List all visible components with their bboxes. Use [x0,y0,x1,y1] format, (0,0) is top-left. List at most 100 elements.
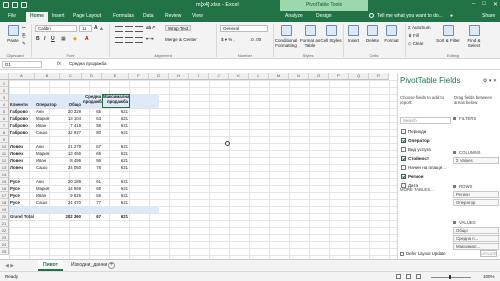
accounting-format-icon[interactable]: $ ▾ % , [221,37,235,43]
pivot-cell[interactable]: 621 [102,115,129,122]
pivot-cell[interactable]: 77 [82,199,102,206]
tab-home[interactable]: Home [26,12,48,22]
row-header[interactable]: 3 [0,94,9,101]
pivot-cell[interactable]: Мария [35,185,60,192]
bold-button[interactable]: B [36,36,40,42]
field-item[interactable]: Регион [400,172,451,181]
pivot-cell[interactable]: Русе [9,199,35,206]
align-middle-icon[interactable] [125,26,133,32]
checkbox-icon[interactable] [401,165,406,170]
sheet-tab-source[interactable]: Изходни_данни [66,260,112,271]
decimal-icon[interactable]: .0 .00 [250,37,261,42]
cut-icon[interactable]: ✂ [22,25,26,31]
row-header[interactable]: 5 [0,108,9,115]
pivot-cell[interactable]: 621 [102,213,129,220]
column-header[interactable]: E [102,73,129,80]
pivot-cell[interactable]: Иван [35,192,60,199]
font-name-dropdown[interactable]: Calibri [35,25,77,32]
row-header[interactable]: 21 [0,220,9,227]
pivot-cell[interactable]: 7 419 [60,122,82,129]
row-header[interactable]: 15 [0,178,9,185]
cell-styles-button[interactable]: Cell Styles [320,25,342,43]
merge-center-button[interactable]: Merge & Center [165,37,197,42]
orientation-icon[interactable]: ab↗ [146,25,155,31]
close-icon[interactable]: ✕ [493,78,497,84]
tab-design[interactable]: Design [316,13,332,19]
row-header[interactable]: 19 [0,206,9,213]
pivot-cell[interactable]: Ловеч [9,157,35,164]
pivot-cell[interactable]: Средна продажба [82,94,102,108]
column-header[interactable]: P [329,73,349,80]
row-header[interactable]: 18 [0,199,9,206]
redo-icon[interactable] [21,2,27,8]
checkbox-icon[interactable] [401,138,406,143]
pivot-cell[interactable]: 61 [82,178,102,185]
tell-me-box[interactable]: Tell me what you want to do... [369,13,443,19]
pivot-cell[interactable]: Ани [35,143,60,150]
worksheet-grid[interactable]: ABCDEFGHIJKLMNOPQR 1 2 3 4 5 6 7 8 9 10 11 12 13 14 15… [0,73,397,259]
wrap-text-button[interactable]: Wrap Text [165,25,192,31]
pivot-cell[interactable]: 13 104 [60,115,82,122]
number-format-dropdown[interactable]: General [220,25,268,32]
rows-item[interactable]: Регион [453,191,499,198]
field-item[interactable]: Стойност [400,154,451,163]
pivot-cell[interactable]: Иван [35,122,60,129]
column-header[interactable]: L [249,73,269,80]
format-as-table-button[interactable]: Format as Table [299,25,321,48]
formula-input[interactable]: Средна продажба [69,61,396,68]
pivot-cell[interactable]: 621 [102,199,129,206]
row-header[interactable]: 1 [0,80,9,87]
column-header[interactable]: H [169,73,189,80]
pivot-cell[interactable]: Габрово [9,122,35,129]
pivot-cell[interactable]: 202 360 [60,213,82,220]
italic-button[interactable]: I [44,36,45,42]
row-header[interactable]: 17 [0,192,9,199]
align-center-icon[interactable] [125,37,133,43]
select-all-corner[interactable] [0,73,9,80]
pivot-cell[interactable]: Сашо [35,164,60,171]
row-header[interactable]: 11 [0,150,9,157]
normal-view-icon[interactable] [396,274,401,279]
tab-analyze[interactable]: Analyze [285,13,303,19]
underline-button[interactable]: U [51,36,55,42]
pivot-cell[interactable]: 621 [102,129,129,136]
column-header[interactable]: R [369,73,389,80]
pivot-cell[interactable]: 621 [102,108,129,115]
page-break-view-icon[interactable] [416,274,421,279]
font-color-icon[interactable]: A [85,36,89,42]
pivot-cell[interactable]: 65 [82,108,102,115]
row-header[interactable]: 8 [0,129,9,136]
sheet-nav-arrows-icon[interactable]: ◀ ▶ [5,263,14,269]
zoom-level[interactable]: 100% [483,274,495,279]
pivot-cell[interactable]: 20 329 [60,108,82,115]
add-sheet-icon[interactable]: + [108,262,115,269]
row-header[interactable]: 7 [0,122,9,129]
pivot-cell[interactable]: Габрово [9,129,35,136]
row-header[interactable]: 13 [0,164,9,171]
pivot-cell[interactable]: 24 050 [60,164,82,171]
columns-item[interactable]: Σ Values [453,157,499,164]
pivot-cell[interactable]: 67 [82,213,102,220]
pivot-cell[interactable]: 8 496 [60,157,82,164]
rows-area[interactable]: ROWS Регион Оператор [453,183,499,206]
checkbox-icon[interactable] [401,147,406,152]
update-button[interactable]: UPDATE [480,250,497,257]
pivot-cell[interactable]: 14 569 [60,185,82,192]
row-header[interactable]: 23 [0,234,9,241]
checkbox-icon[interactable] [401,156,406,161]
defer-layout-checkbox[interactable]: Defer Layout Update [400,251,446,256]
values-item[interactable]: Общо [453,227,499,234]
row-header[interactable]: 10 [0,143,9,150]
autosum-button[interactable]: Σ AutoSum [408,25,431,30]
pivot-cell[interactable]: Общо [60,101,82,108]
format-cells-button[interactable]: Format [382,25,401,43]
format-painter-icon[interactable]: ✎ [22,41,26,47]
pivot-cell[interactable]: 9 825 [60,192,82,199]
row-header[interactable]: 12 [0,157,9,164]
column-header[interactable]: Q [349,73,369,80]
save-icon[interactable] [3,2,9,8]
tab-formulas[interactable]: Formulas [113,13,134,19]
sheet-tab-pivot[interactable]: Пивот [38,260,64,271]
tab-insert[interactable]: Insert [52,13,65,19]
name-box[interactable]: D1 [2,61,42,68]
